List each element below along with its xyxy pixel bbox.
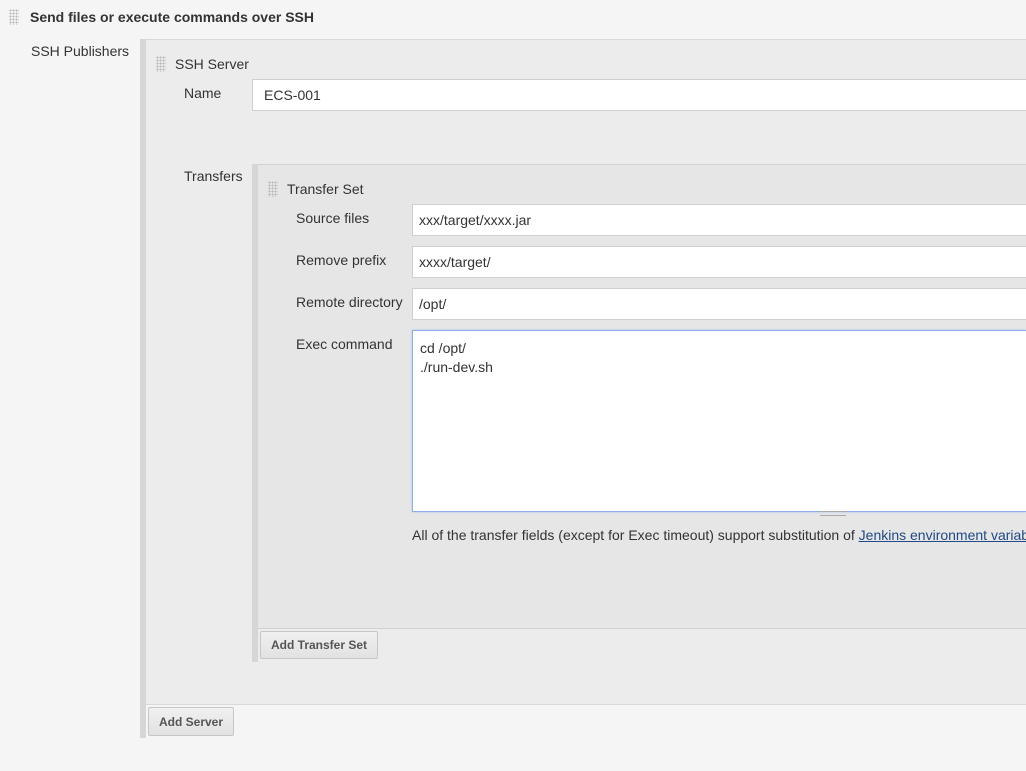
section-title: Send files or execute commands over SSH: [30, 9, 314, 25]
remove-prefix-label: Remove prefix: [296, 252, 387, 268]
exec-command-line: cd /opt/: [420, 340, 466, 356]
source-files-input[interactable]: xxx/target/xxxx.jar: [412, 204, 1026, 236]
ssh-server-title: SSH Server: [175, 56, 249, 72]
exec-command-line: ./run-dev.sh: [420, 359, 493, 375]
ssh-publishers-label: SSH Publishers: [31, 43, 130, 59]
exec-command-label: Exec command: [296, 336, 393, 352]
drag-handle-icon[interactable]: [268, 181, 278, 197]
help-text: All of the transfer fields (except for E…: [412, 527, 1026, 543]
transfer-set-title: Transfer Set: [287, 181, 364, 197]
name-input[interactable]: ECS-001: [252, 79, 1026, 111]
help-text-body: All of the transfer fields (except for E…: [412, 527, 859, 543]
drag-handle-icon[interactable]: [9, 9, 19, 25]
drag-handle-icon[interactable]: [156, 56, 166, 72]
source-files-label: Source files: [296, 210, 370, 226]
textarea-resize-handle[interactable]: [820, 511, 846, 516]
transfers-label: Transfers: [184, 168, 243, 184]
remove-prefix-value: xxxx/target/: [419, 254, 491, 270]
remove-prefix-input[interactable]: xxxx/target/: [412, 246, 1026, 278]
remote-directory-value: /opt/: [419, 296, 447, 312]
name-label: Name: [184, 85, 222, 101]
name-input-value: ECS-001: [264, 87, 321, 103]
exec-command-textarea[interactable]: cd /opt/ ./run-dev.sh: [412, 330, 1026, 512]
remote-directory-input[interactable]: /opt/: [412, 288, 1026, 320]
source-files-value: xxx/target/xxxx.jar: [419, 212, 532, 228]
remote-directory-label: Remote directory: [296, 294, 403, 310]
add-server-button[interactable]: Add Server: [148, 707, 234, 736]
add-transfer-set-button[interactable]: Add Transfer Set: [260, 631, 378, 659]
jenkins-env-vars-link[interactable]: Jenkins environment variab: [859, 527, 1026, 543]
